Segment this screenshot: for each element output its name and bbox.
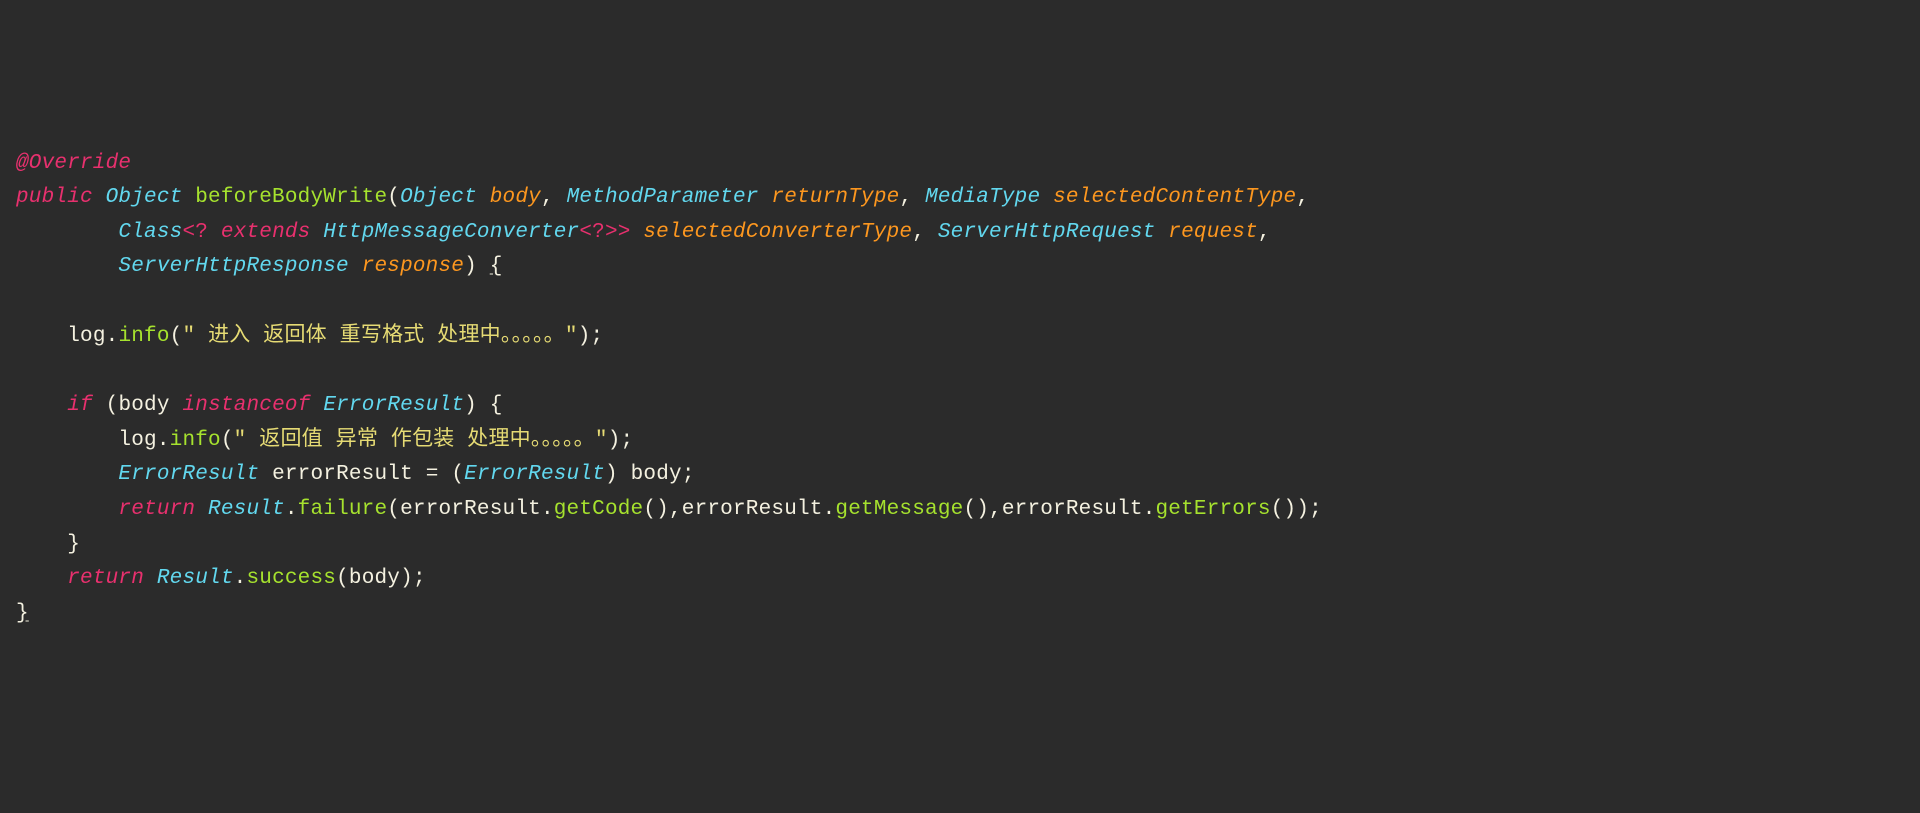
- type-serverhttpresponse: ServerHttpResponse: [118, 255, 348, 278]
- paren-close: ): [400, 567, 413, 590]
- type-result: Result: [157, 567, 234, 590]
- equals: =: [426, 463, 439, 486]
- identifier-body: body: [631, 463, 682, 486]
- comma: ,: [1296, 186, 1309, 209]
- paren-open: (: [170, 325, 183, 348]
- comma: ,: [912, 221, 925, 244]
- keyword-return: return: [118, 498, 195, 521]
- keyword-public: public: [16, 186, 93, 209]
- semicolon: ;: [413, 567, 426, 590]
- string-log2: " 返回值 异常 作包装 处理中。。。。。": [234, 429, 608, 452]
- method-getcode: getCode: [554, 498, 644, 521]
- type-errorresult: ErrorResult: [323, 394, 464, 417]
- brace-close: }: [67, 533, 80, 556]
- parens: ());: [1271, 498, 1322, 521]
- semicolon: ;: [682, 463, 695, 486]
- parens: (),: [643, 498, 681, 521]
- paren-open: (: [387, 498, 400, 521]
- param-request: request: [1168, 221, 1258, 244]
- paren-close: ): [464, 255, 477, 278]
- dot: .: [1143, 498, 1156, 521]
- comma: ,: [899, 186, 912, 209]
- dot: .: [285, 498, 298, 521]
- var-errorresult: errorResult: [272, 463, 413, 486]
- keyword-return: return: [67, 567, 144, 590]
- method-geterrors: getErrors: [1156, 498, 1271, 521]
- type-object-param: Object: [400, 186, 477, 209]
- paren-close: ): [578, 325, 591, 348]
- paren-close: ): [608, 429, 621, 452]
- param-returntype: returnType: [771, 186, 899, 209]
- wildcard-inner: <?>>: [579, 221, 630, 244]
- dot: .: [823, 498, 836, 521]
- paren-open: (: [221, 429, 234, 452]
- identifier-errorresult: errorResult: [1002, 498, 1143, 521]
- method-getmessage: getMessage: [835, 498, 963, 521]
- type-class: Class: [118, 221, 182, 244]
- identifier-errorresult: errorResult: [400, 498, 541, 521]
- dot: .: [106, 325, 119, 348]
- identifier-log: log: [67, 325, 105, 348]
- brace-open: {: [490, 255, 503, 278]
- code-editor[interactable]: @Override public Object beforeBodyWrite(…: [16, 147, 1904, 632]
- brace-close: }: [16, 602, 29, 625]
- keyword-if: if: [67, 394, 93, 417]
- paren-close: ): [605, 463, 618, 486]
- param-selectedcontenttype: selectedContentType: [1053, 186, 1296, 209]
- parens: (),: [963, 498, 1001, 521]
- param-response: response: [362, 255, 464, 278]
- comma: ,: [1258, 221, 1271, 244]
- paren-open: (: [451, 463, 464, 486]
- keyword-extends: extends: [221, 221, 311, 244]
- method-beforebodywrite: beforeBodyWrite: [195, 186, 387, 209]
- paren-open: (: [387, 186, 400, 209]
- semicolon: ;: [591, 325, 604, 348]
- string-log1: " 进入 返回体 重写格式 处理中。。。。。": [182, 325, 577, 348]
- wildcard-open: <?: [182, 221, 208, 244]
- method-info: info: [170, 429, 221, 452]
- type-result: Result: [208, 498, 285, 521]
- method-info: info: [118, 325, 169, 348]
- paren-close: ): [464, 394, 477, 417]
- param-body: body: [490, 186, 541, 209]
- semicolon: ;: [621, 429, 634, 452]
- method-failure: failure: [298, 498, 388, 521]
- brace-open: {: [490, 394, 503, 417]
- dot: .: [541, 498, 554, 521]
- comma: ,: [541, 186, 554, 209]
- type-errorresult-cast: ErrorResult: [464, 463, 605, 486]
- identifier-log: log: [118, 429, 156, 452]
- identifier-errorresult: errorResult: [682, 498, 823, 521]
- type-errorresult-decl: ErrorResult: [118, 463, 259, 486]
- paren-open: (: [106, 394, 119, 417]
- param-selectedconvertertype: selectedConverterType: [643, 221, 912, 244]
- method-success: success: [246, 567, 336, 590]
- annotation-override: @Override: [16, 152, 131, 175]
- dot: .: [234, 567, 247, 590]
- type-methodparameter: MethodParameter: [567, 186, 759, 209]
- type-object: Object: [106, 186, 183, 209]
- keyword-instanceof: instanceof: [182, 394, 310, 417]
- type-httpmessageconverter: HttpMessageConverter: [323, 221, 579, 244]
- paren-open: (: [336, 567, 349, 590]
- type-mediatype: MediaType: [925, 186, 1040, 209]
- identifier-body: body: [118, 394, 169, 417]
- identifier-body: body: [349, 567, 400, 590]
- type-serverhttprequest: ServerHttpRequest: [938, 221, 1156, 244]
- dot: .: [157, 429, 170, 452]
